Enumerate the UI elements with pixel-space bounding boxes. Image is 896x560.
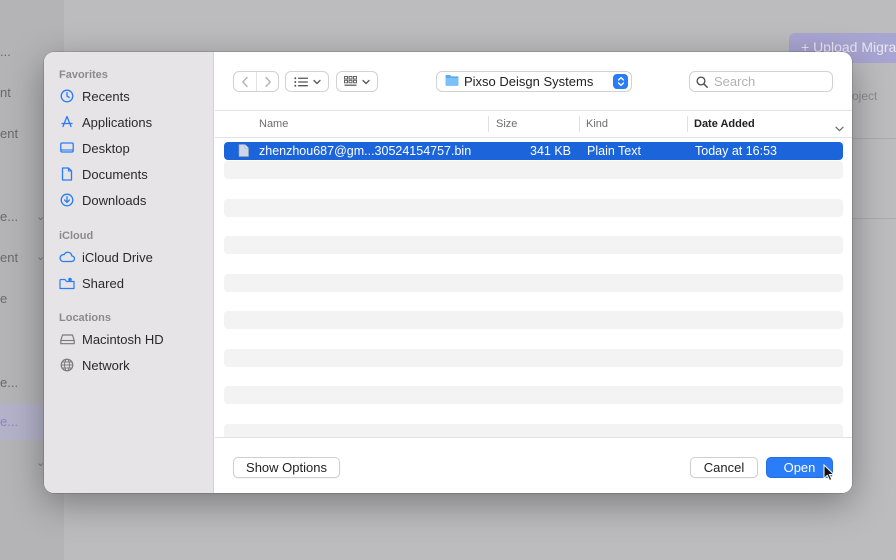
file-row[interactable]: zhenzhou687@gm...30524154757.bin 341 KB …	[224, 142, 843, 160]
cancel-button[interactable]: Cancel	[690, 457, 758, 478]
empty-row	[224, 161, 843, 179]
empty-row	[224, 274, 843, 292]
sidebar-item-shared[interactable]: Shared	[59, 272, 124, 294]
current-folder-name: Pixso Deisgn Systems	[464, 74, 594, 89]
empty-row	[224, 311, 843, 329]
desktop-icon	[59, 140, 75, 156]
background-sidebar-active-item: e...	[0, 404, 44, 440]
show-options-button[interactable]: Show Options	[233, 457, 340, 478]
background-sidebar-item: e	[0, 291, 8, 306]
open-file-dialog: Favorites Recents Applications Desktop D…	[44, 52, 852, 493]
file-name: zhenzhou687@gm...30524154757.bin	[259, 144, 472, 158]
column-header-row: Name Size Kind Date Added	[215, 110, 852, 138]
search-icon	[696, 75, 708, 88]
dialog-footer: Show Options Cancel Open	[215, 437, 852, 493]
sidebar-item-label: Desktop	[82, 140, 130, 156]
locations-heading: Locations	[59, 312, 111, 324]
chevron-right-icon	[264, 76, 271, 87]
background-title: ▔▔▔▔ ▔▔▔▔▔▔	[90, 0, 234, 10]
column-divider[interactable]	[488, 116, 489, 132]
file-date-added: Today at 16:53	[695, 144, 778, 158]
sort-chevron-down-icon[interactable]	[835, 120, 844, 135]
globe-icon	[59, 357, 75, 373]
cloud-icon	[59, 249, 75, 265]
list-view-button[interactable]	[285, 71, 329, 92]
search-field[interactable]	[689, 71, 833, 92]
back-button[interactable]	[234, 72, 256, 91]
sidebar-item-desktop[interactable]: Desktop	[59, 137, 130, 159]
empty-row	[224, 199, 843, 217]
column-header-name[interactable]: Name	[259, 118, 288, 130]
background-divider	[852, 218, 896, 219]
sidebar-item-applications[interactable]: Applications	[59, 111, 152, 133]
text-file-icon	[238, 144, 249, 160]
empty-row	[224, 349, 843, 367]
shared-folder-icon	[59, 275, 75, 291]
dialog-main-pane: Pixso Deisgn Systems Name Size Kind Date…	[215, 52, 852, 493]
empty-row	[224, 386, 843, 404]
folder-path-popup[interactable]: Pixso Deisgn Systems	[436, 71, 632, 92]
background-divider	[852, 138, 896, 139]
column-header-date-added[interactable]: Date Added	[694, 118, 755, 130]
grid-view-button[interactable]	[336, 71, 378, 92]
sidebar-item-label: Downloads	[82, 192, 147, 208]
sidebar-item-label: iCloud Drive	[82, 249, 153, 265]
background-sidebar-item: ...	[0, 44, 11, 59]
list-view-icon	[293, 76, 308, 87]
icloud-heading: iCloud	[59, 230, 94, 242]
document-icon	[59, 166, 75, 182]
background-sidebar-item: e...	[0, 375, 19, 390]
navigation-buttons	[233, 71, 279, 92]
download-icon	[59, 192, 75, 208]
search-input[interactable]	[714, 74, 824, 89]
forward-button[interactable]	[256, 72, 278, 91]
background-sidebar-item: nt	[0, 85, 11, 100]
dialog-toolbar: Pixso Deisgn Systems	[215, 52, 852, 110]
column-header-kind[interactable]: Kind	[586, 118, 608, 130]
dialog-sidebar: Favorites Recents Applications Desktop D…	[44, 52, 214, 493]
sidebar-item-label: Shared	[82, 275, 124, 291]
up-down-chevron-icon	[613, 74, 628, 89]
column-divider[interactable]	[687, 116, 688, 132]
sidebar-item-downloads[interactable]: Downloads	[59, 189, 146, 211]
sidebar-item-label: Macintosh HD	[82, 331, 164, 347]
column-divider[interactable]	[579, 116, 580, 132]
chevron-left-icon	[242, 76, 248, 87]
file-kind: Plain Text	[587, 144, 641, 158]
chevron-down-icon	[362, 79, 370, 84]
sidebar-item-icloud-drive[interactable]: iCloud Drive	[59, 246, 153, 268]
empty-row	[224, 236, 843, 254]
grid-view-icon	[344, 76, 357, 86]
applications-icon	[59, 114, 75, 130]
chevron-down-icon	[312, 79, 321, 84]
background-sidebar-item: e...	[0, 209, 19, 224]
sidebar-item-network[interactable]: Network	[59, 354, 130, 376]
sidebar-item-label: Documents	[82, 166, 148, 182]
sidebar-item-label: Applications	[82, 114, 153, 130]
favorites-heading: Favorites	[59, 69, 108, 81]
background-column-header: oject	[852, 89, 878, 103]
sidebar-item-label: Network	[82, 357, 130, 373]
disk-icon	[59, 331, 75, 347]
background-sidebar-item: ent	[0, 126, 19, 141]
background-sidebar-item: ent	[0, 250, 19, 265]
folder-icon	[445, 74, 459, 89]
clock-icon	[59, 88, 75, 104]
file-size: 341 KB	[530, 144, 572, 158]
mouse-cursor-icon	[823, 464, 835, 482]
sidebar-item-macintosh-hd[interactable]: Macintosh HD	[59, 328, 164, 350]
sidebar-item-documents[interactable]: Documents	[59, 163, 148, 185]
background-sidebar-item: e...	[0, 414, 19, 429]
column-header-size[interactable]: Size	[496, 118, 517, 130]
sidebar-item-label: Recents	[82, 88, 130, 104]
sidebar-item-recents[interactable]: Recents	[59, 85, 130, 107]
